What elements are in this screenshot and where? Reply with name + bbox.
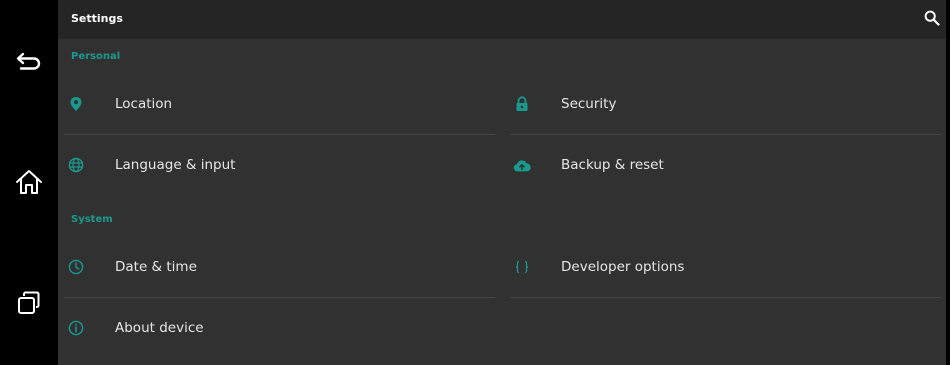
info-icon [67, 319, 85, 337]
settings-item-language-input[interactable]: Language & input [58, 135, 495, 196]
page-title: Settings [71, 12, 123, 25]
location-pin-icon [67, 95, 85, 113]
settings-item-developer-options[interactable]: Developer options [504, 237, 941, 298]
settings-item-date-time[interactable]: Date & time [58, 237, 495, 298]
screen: Settings Personal Location Security Lang… [0, 0, 950, 365]
braces-icon [513, 258, 531, 276]
settings-panel: Settings Personal Location Security Lang… [58, 0, 946, 365]
search-icon [924, 10, 940, 30]
back-button[interactable] [0, 33, 58, 93]
settings-item-about-device[interactable]: About device [58, 298, 495, 359]
home-button[interactable] [0, 154, 58, 214]
settings-item-label: About device [115, 320, 204, 336]
settings-item-security[interactable]: Security [504, 74, 941, 135]
settings-item-label: Language & input [115, 157, 236, 173]
cloud-upload-icon [513, 156, 531, 174]
settings-item-label: Security [561, 96, 617, 112]
search-button[interactable] [918, 6, 946, 34]
section-header-system: System [71, 214, 113, 225]
home-icon [15, 169, 43, 199]
recents-button[interactable] [0, 275, 58, 335]
lock-icon [513, 95, 531, 113]
section-header-personal: Personal [71, 51, 121, 62]
recents-icon [16, 290, 42, 320]
clock-icon [67, 258, 85, 276]
action-bar: Settings [58, 0, 946, 39]
back-icon [15, 50, 43, 76]
settings-item-label: Location [115, 96, 173, 112]
settings-item-backup-reset[interactable]: Backup & reset [504, 135, 941, 196]
settings-item-label: Developer options [561, 259, 685, 275]
navigation-bar [0, 0, 58, 365]
settings-item-label: Backup & reset [561, 157, 664, 173]
settings-item-label: Date & time [115, 259, 197, 275]
settings-item-location[interactable]: Location [58, 74, 495, 135]
globe-icon [67, 156, 85, 174]
